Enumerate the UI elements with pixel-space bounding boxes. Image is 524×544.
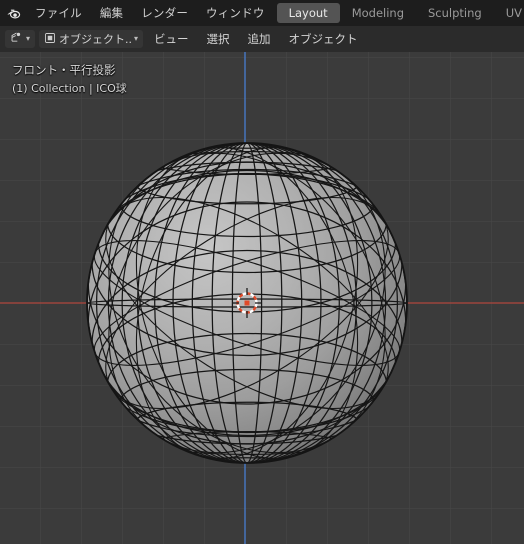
viewport-3d[interactable]: フロント・平行投影 (1) Collection | ICO球 bbox=[0, 52, 524, 544]
chevron-down-icon: ▾ bbox=[26, 33, 31, 43]
chevron-down-icon: ▾ bbox=[134, 33, 139, 43]
menu-render[interactable]: レンダー bbox=[132, 0, 197, 26]
interaction-mode-selector[interactable]: オブジェクト.. ▾ bbox=[39, 30, 144, 48]
blender-logo-icon[interactable] bbox=[0, 0, 26, 26]
menu-object[interactable]: オブジェクト bbox=[282, 30, 365, 48]
menu-select[interactable]: 選択 bbox=[200, 30, 237, 48]
object-mode-icon bbox=[44, 32, 56, 47]
object-icosphere[interactable] bbox=[0, 52, 524, 544]
tab-sculpting[interactable]: Sculpting bbox=[416, 0, 494, 26]
viewport-scene-info: (1) Collection | ICO球 bbox=[12, 82, 127, 95]
tab-uv[interactable]: UV bbox=[494, 0, 524, 26]
top-menu-bar: ファイル 編集 レンダー ウィンドウ ヘルプ Layout Modeling S… bbox=[0, 0, 524, 26]
menu-file[interactable]: ファイル bbox=[26, 0, 91, 26]
menu-edit[interactable]: 編集 bbox=[91, 0, 132, 26]
editor-type-3d-viewport-icon bbox=[10, 31, 23, 47]
editor-type-selector[interactable]: ▾ bbox=[5, 30, 36, 48]
tab-layout[interactable]: Layout bbox=[276, 3, 340, 23]
menu-window[interactable]: ウィンドウ bbox=[197, 0, 274, 26]
menu-view[interactable]: ビュー bbox=[147, 30, 196, 48]
menu-add[interactable]: 追加 bbox=[241, 30, 278, 48]
tab-modeling[interactable]: Modeling bbox=[340, 0, 416, 26]
blender-window: ファイル 編集 レンダー ウィンドウ ヘルプ Layout Modeling S… bbox=[0, 0, 524, 544]
viewport-view-name: フロント・平行投影 bbox=[12, 63, 116, 77]
workspace-tabs: Layout Modeling Sculpting UV bbox=[276, 0, 524, 26]
mode-label: オブジェクト.. bbox=[59, 33, 132, 46]
viewport-header: ▾ オブジェクト.. ▾ ビュー 選択 追加 オブジェクト bbox=[0, 26, 524, 52]
